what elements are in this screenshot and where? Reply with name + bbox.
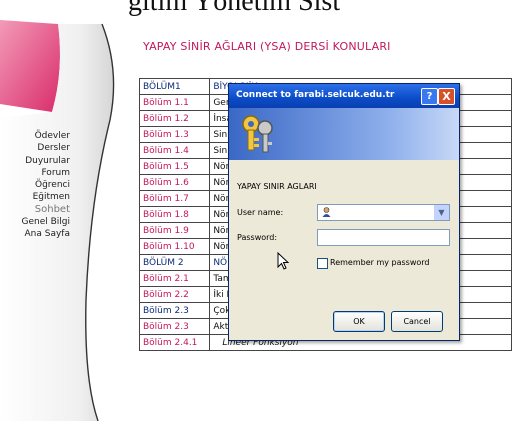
topic-code[interactable]: Bölüm 1.6: [138, 174, 211, 191]
mouse-cursor-icon: [277, 252, 289, 270]
realm-label: YAPAY SINIR AGLARI: [237, 182, 317, 191]
page-title: YAPAY SİNİR AĞLARI (YSA) DERSİ KONULARI: [143, 40, 391, 53]
nav-item-odevler[interactable]: Ödevler: [0, 130, 80, 142]
topic-code[interactable]: Bölüm 1.5: [138, 158, 211, 175]
nav-item-forum[interactable]: Forum: [0, 167, 80, 179]
dropdown-arrow-icon[interactable]: ▼: [434, 205, 449, 220]
topic-code[interactable]: Bölüm 1.8: [138, 206, 211, 223]
topic-code[interactable]: Bölüm 1.4: [138, 142, 211, 159]
topic-code[interactable]: BÖLÜM 2: [138, 254, 211, 271]
nav-item-sohbet[interactable]: Sohbet: [0, 204, 80, 216]
close-button[interactable]: X: [438, 88, 455, 105]
topic-code[interactable]: Bölüm 1.7: [138, 190, 211, 207]
topic-code[interactable]: Bölüm 1.2: [138, 110, 211, 127]
nav-item-dersler[interactable]: Dersler: [0, 142, 80, 154]
topic-code[interactable]: Bölüm 2.3: [138, 302, 211, 319]
topic-code[interactable]: Bölüm 1.9: [138, 222, 211, 239]
nav-item-duyurular[interactable]: Duyurular: [0, 155, 80, 167]
nav-item-ana-sayfa[interactable]: Ana Sayfa: [0, 228, 80, 240]
topic-code[interactable]: Bölüm 1.1: [138, 94, 211, 111]
topic-code[interactable]: Bölüm 2.3: [138, 318, 211, 335]
topic-code[interactable]: Bölüm 2.1: [138, 270, 211, 287]
side-navigation: Ödevler Dersler Duyurular Forum Öğrenci …: [0, 130, 80, 241]
dialog-banner: [229, 108, 459, 160]
password-label: Password:: [237, 233, 278, 242]
dialog-title: Connect to farabi.selcuk.edu.tr: [236, 90, 395, 100]
topic-code[interactable]: Bölüm 1.10: [138, 238, 211, 255]
topic-code[interactable]: Bölüm 2.4.1: [138, 334, 211, 351]
nav-item-egitmen[interactable]: Eğitmen: [0, 191, 80, 203]
remember-password-checkbox[interactable]: [317, 258, 328, 269]
username-label: User name:: [237, 208, 284, 217]
help-button[interactable]: ?: [421, 88, 438, 105]
topic-code[interactable]: Bölüm 2.2: [138, 286, 211, 303]
nav-item-ogrenci[interactable]: Öğrenci: [0, 179, 80, 191]
cancel-button[interactable]: Cancel: [391, 311, 443, 332]
topic-code[interactable]: Bölüm 1.3: [138, 126, 211, 143]
help-icon: ?: [426, 91, 433, 102]
username-combobox[interactable]: ▼: [317, 204, 450, 221]
nav-item-genel-bilgi[interactable]: Genel Bilgi: [0, 216, 80, 228]
close-icon: X: [442, 90, 451, 103]
ok-button[interactable]: OK: [333, 311, 385, 332]
connect-dialog: Connect to farabi.selcuk.edu.tr ? X YAPA…: [228, 83, 460, 341]
keys-icon: [242, 115, 273, 153]
dialog-titlebar[interactable]: Connect to farabi.selcuk.edu.tr ? X: [229, 84, 459, 108]
topic-code[interactable]: BÖLÜM1: [138, 78, 211, 95]
remember-password-label[interactable]: Remember my password: [330, 258, 430, 267]
password-field[interactable]: [317, 229, 450, 246]
user-account-icon: [322, 207, 331, 217]
top-heading: ğıtım Yönetim Sist: [128, 0, 341, 17]
